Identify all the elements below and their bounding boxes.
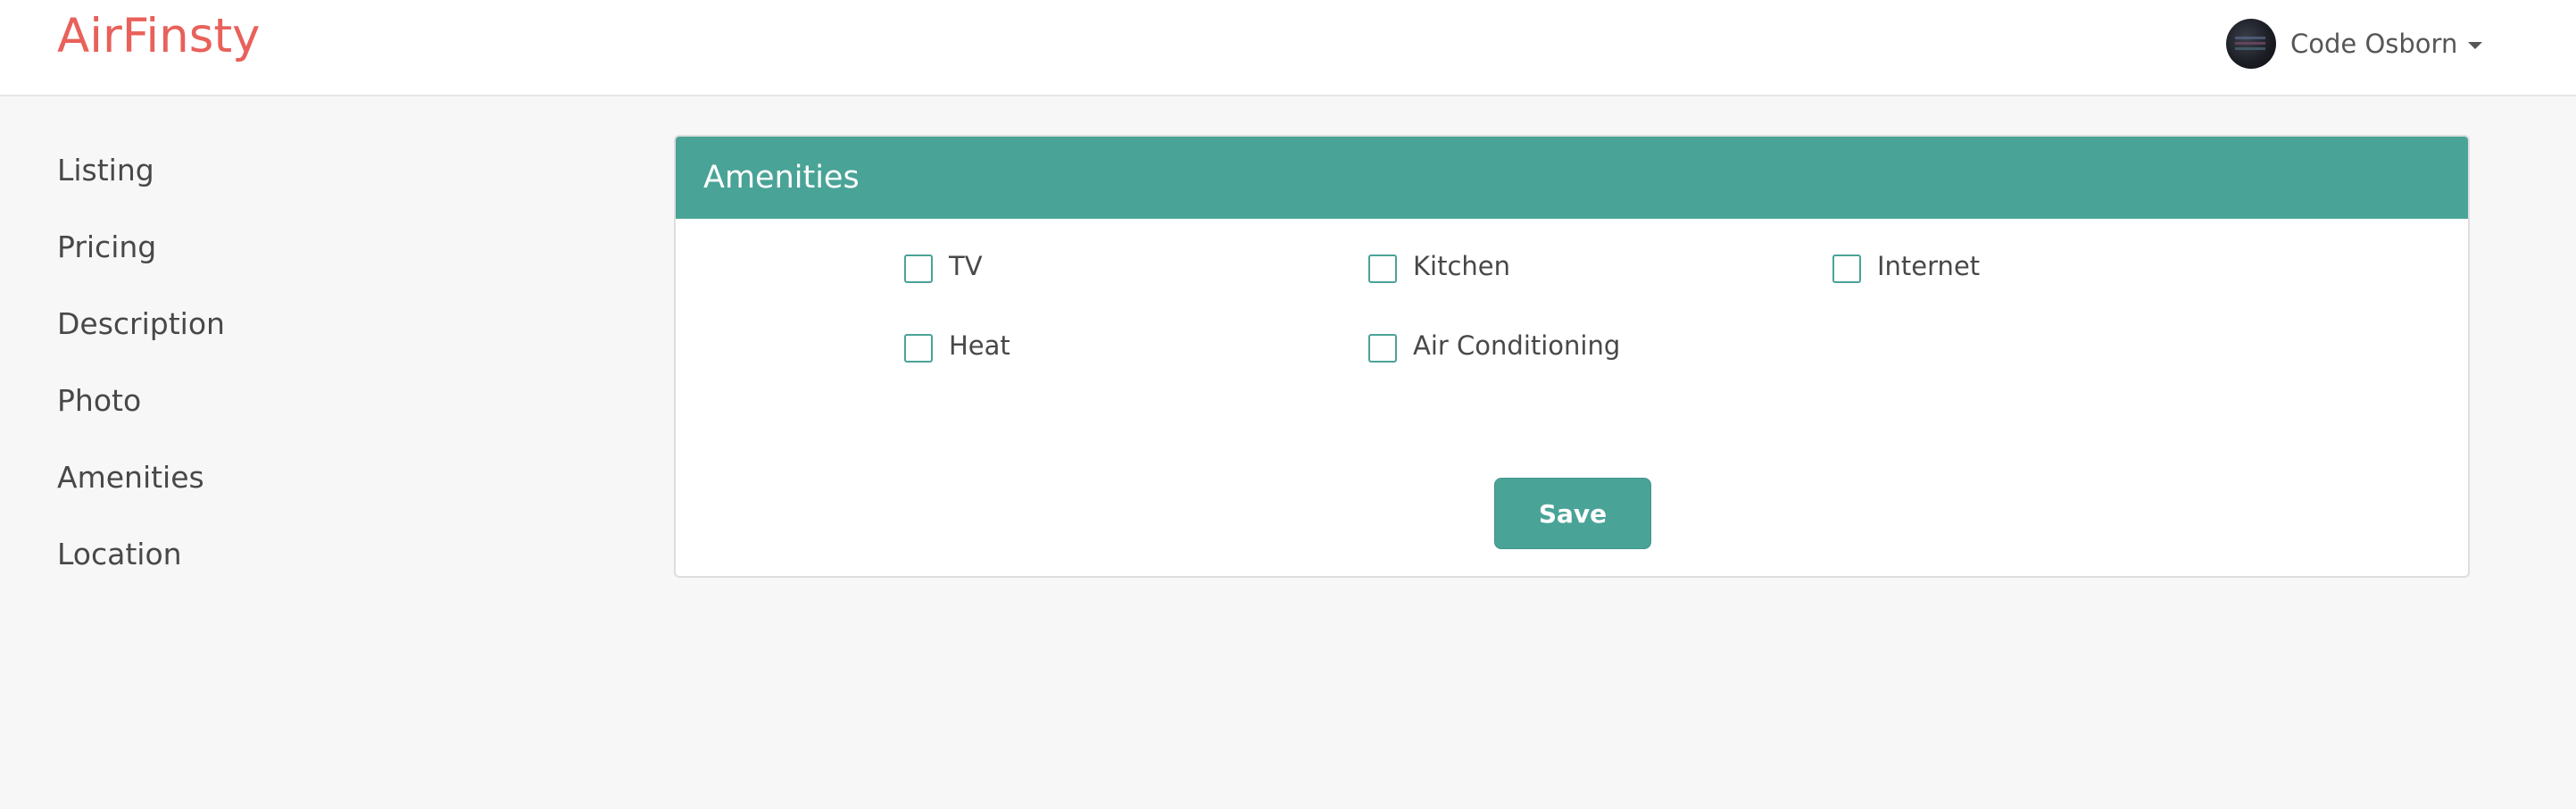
sidebar-item-description[interactable]: Description (57, 300, 593, 377)
heat-checkbox[interactable] (904, 334, 933, 363)
amenity-tv[interactable]: TV (904, 249, 983, 283)
save-button[interactable]: Save (1494, 478, 1651, 549)
sidebar-item-amenities[interactable]: Amenities (57, 454, 593, 530)
amenity-label: Heat (949, 330, 1010, 361)
air-conditioning-checkbox[interactable] (1368, 334, 1397, 363)
user-menu[interactable]: Code Osborn (2226, 18, 2483, 70)
amenity-heat[interactable]: Heat (904, 329, 1010, 363)
top-navbar: AirFinsty Code Osborn (0, 0, 2576, 96)
tv-checkbox[interactable] (904, 254, 933, 283)
brand-logo[interactable]: AirFinsty (57, 5, 260, 68)
sidebar-item-pricing[interactable]: Pricing (57, 223, 593, 300)
amenity-label: TV (949, 251, 983, 281)
amenity-label: Air Conditioning (1413, 330, 1621, 361)
sidebar: Listing Pricing Description Photo Amenit… (57, 146, 593, 607)
amenity-internet[interactable]: Internet (1832, 249, 1980, 283)
amenities-panel: Amenities TV Kitchen Internet Heat Air C… (674, 135, 2470, 578)
kitchen-checkbox[interactable] (1368, 254, 1397, 283)
amenity-kitchen[interactable]: Kitchen (1368, 249, 1510, 283)
panel-title: Amenities (703, 160, 860, 196)
caret-down-icon[interactable] (2468, 42, 2483, 49)
user-name[interactable]: Code Osborn (2290, 29, 2457, 59)
sidebar-item-listing[interactable]: Listing (57, 146, 593, 223)
internet-checkbox[interactable] (1832, 254, 1861, 283)
sidebar-item-location[interactable]: Location (57, 530, 593, 607)
amenity-air-conditioning[interactable]: Air Conditioning (1368, 329, 1620, 363)
avatar[interactable] (2226, 19, 2276, 69)
amenity-label: Kitchen (1413, 251, 1510, 281)
panel-header: Amenities (676, 137, 2468, 219)
sidebar-item-photo[interactable]: Photo (57, 377, 593, 454)
amenity-label: Internet (1877, 251, 1981, 281)
